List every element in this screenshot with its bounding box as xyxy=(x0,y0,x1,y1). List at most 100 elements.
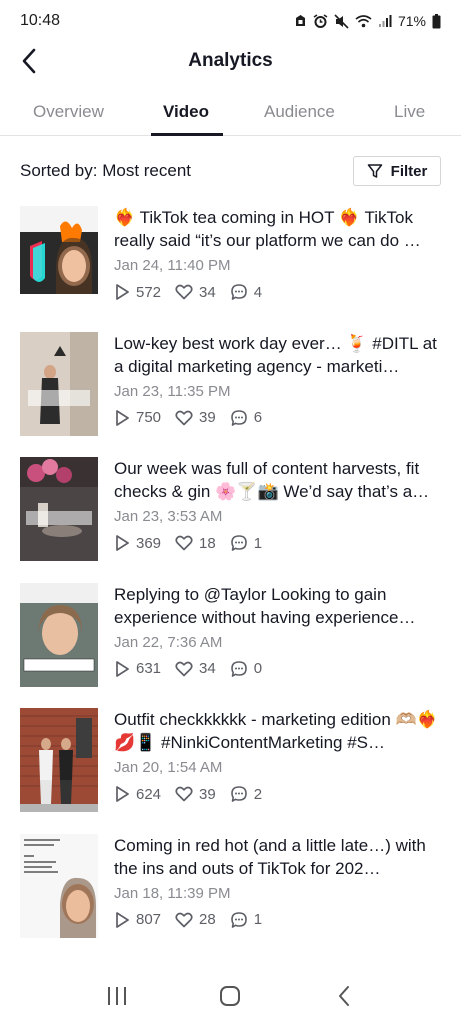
comment-icon xyxy=(230,911,247,928)
tab-bar: Overview Video Audience Live xyxy=(0,92,461,136)
active-tab-indicator xyxy=(151,133,223,136)
video-thumbnail[interactable] xyxy=(20,833,98,938)
play-icon xyxy=(116,786,129,802)
video-item[interactable]: Replying to @Taylor Looking to gain expe… xyxy=(0,582,461,709)
comments-stat: 4 xyxy=(230,283,262,301)
wifi-icon xyxy=(355,15,372,28)
home-icon xyxy=(220,986,241,1006)
system-back-button[interactable] xyxy=(319,976,369,1016)
likes-stat: 39 xyxy=(175,409,216,426)
status-bar: 10:48 71% xyxy=(0,0,461,42)
comments-stat: 6 xyxy=(230,409,262,427)
likes-count: 18 xyxy=(199,534,216,552)
video-thumbnail[interactable] xyxy=(20,331,98,436)
page-title: Analytics xyxy=(188,50,273,71)
play-icon xyxy=(116,911,129,928)
play-icon xyxy=(116,535,129,551)
video-stats: 572 34 4 xyxy=(114,280,444,304)
video-thumbnail[interactable] xyxy=(20,708,98,812)
sort-label[interactable]: Sorted by: Most recent xyxy=(20,161,191,181)
views-count: 624 xyxy=(136,785,162,803)
likes-count: 28 xyxy=(199,911,216,928)
video-thumbnail[interactable] xyxy=(20,457,98,561)
tab-audience[interactable]: Audience xyxy=(264,92,335,136)
comments-stat: 1 xyxy=(230,911,262,929)
video-caption: Replying to @Taylor Looking to gain expe… xyxy=(114,584,416,627)
likes-count: 34 xyxy=(199,283,216,301)
views-count: 750 xyxy=(136,409,162,426)
views-stat: 631 xyxy=(114,660,161,678)
recents-button[interactable] xyxy=(92,976,142,1016)
likes-count: 39 xyxy=(199,785,216,803)
tab-live[interactable]: Live xyxy=(394,92,425,136)
mute-icon xyxy=(334,13,349,29)
comments-stat: 0 xyxy=(230,660,262,678)
comments-stat: 1 xyxy=(230,534,262,552)
video-stats: 807 28 1 xyxy=(114,908,444,932)
likes-stat: 28 xyxy=(175,911,216,928)
video-info: Replying to @Taylor Looking to gain expe… xyxy=(114,583,444,681)
comment-icon xyxy=(230,284,247,300)
play-icon xyxy=(116,409,129,426)
header: Analytics xyxy=(0,42,461,80)
signal-icon xyxy=(378,15,392,27)
video-thumbnail[interactable] xyxy=(20,206,98,310)
views-count: 369 xyxy=(136,534,162,552)
back-icon xyxy=(339,986,350,1006)
likes-count: 34 xyxy=(199,660,216,677)
likes-stat: 39 xyxy=(175,786,216,803)
comment-icon xyxy=(230,660,247,677)
video-stats: 631 34 0 xyxy=(114,657,444,681)
views-count: 572 xyxy=(136,283,162,301)
views-count: 631 xyxy=(136,660,162,677)
video-item[interactable]: Our week was full of content harvests, f… xyxy=(0,457,461,583)
play-icon xyxy=(116,660,129,677)
battery-icon xyxy=(432,13,441,28)
video-item[interactable]: Coming in red hot (and a little late…) w… xyxy=(0,833,461,960)
video-item[interactable]: ❤️‍🔥 TikTok tea coming in HOT ❤️‍🔥 TikTo… xyxy=(0,206,461,332)
video-date: Jan 20, 1:54 AM xyxy=(114,759,223,776)
comment-icon xyxy=(230,535,247,551)
comment-icon xyxy=(230,786,247,802)
comments-count: 2 xyxy=(253,785,263,803)
video-caption: Outfit checkkkkkk - marketing edition 🫶🏼… xyxy=(114,710,438,752)
system-nav-bar xyxy=(0,968,461,1024)
video-caption: Coming in red hot (and a little late…) w… xyxy=(114,835,426,878)
filter-button[interactable]: Filter xyxy=(353,156,441,186)
video-item[interactable]: Low-key best work day ever… 🍹 #DITL at a… xyxy=(0,331,461,458)
tab-video[interactable]: Video xyxy=(163,92,209,136)
video-caption: ❤️‍🔥 TikTok tea coming in HOT ❤️‍🔥 TikTo… xyxy=(114,208,421,250)
video-info: Our week was full of content harvests, f… xyxy=(114,457,444,555)
views-stat: 624 xyxy=(114,785,161,803)
battery-percent: 71% xyxy=(397,13,426,29)
screenshot-lock-icon xyxy=(295,15,305,26)
video-stats: 624 39 2 xyxy=(114,782,444,806)
video-item[interactable]: Outfit checkkkkkk - marketing edition 🫶🏼… xyxy=(0,708,461,834)
status-icons: 71% xyxy=(294,13,441,29)
video-info: Outfit checkkkkkk - marketing edition 🫶🏼… xyxy=(114,708,444,806)
heart-icon xyxy=(175,786,193,802)
funnel-icon xyxy=(367,164,382,178)
video-caption: Low-key best work day ever… 🍹 #DITL at a… xyxy=(114,333,437,376)
video-date: Jan 24, 11:40 PM xyxy=(114,257,231,274)
video-stats: 750 39 6 xyxy=(114,406,444,430)
video-stats: 369 18 1 xyxy=(114,531,444,555)
chevron-left-icon xyxy=(22,48,36,74)
comments-count: 0 xyxy=(253,660,263,677)
heart-icon xyxy=(175,410,193,425)
tab-overview[interactable]: Overview xyxy=(33,92,104,136)
sort-row: Sorted by: Most recent Filter xyxy=(0,154,461,188)
video-info: Coming in red hot (and a little late…) w… xyxy=(114,834,444,932)
views-count: 807 xyxy=(136,911,162,928)
comments-count: 1 xyxy=(253,911,263,928)
heart-icon xyxy=(175,661,193,676)
views-stat: 750 xyxy=(114,409,161,427)
home-button[interactable] xyxy=(205,976,255,1016)
back-button[interactable] xyxy=(14,46,44,76)
play-icon xyxy=(116,284,129,300)
video-date: Jan 22, 7:36 AM xyxy=(114,633,223,651)
likes-stat: 18 xyxy=(175,535,216,552)
recents-icon xyxy=(107,987,126,1005)
video-thumbnail[interactable] xyxy=(20,582,98,687)
status-time: 10:48 xyxy=(20,12,61,29)
